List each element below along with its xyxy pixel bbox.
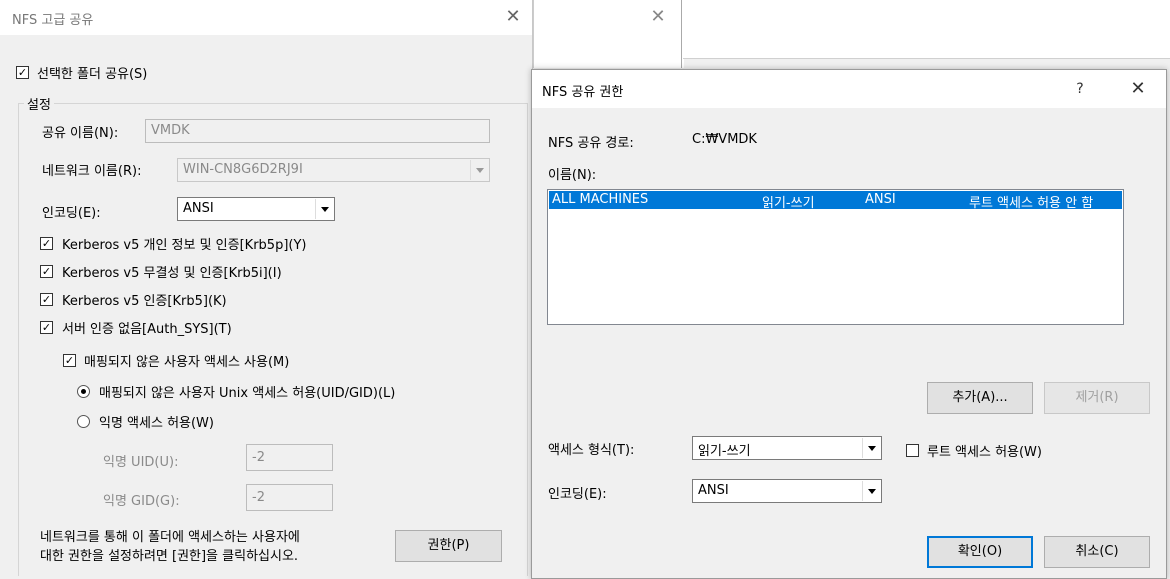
krb5-label: Kerberos v5 인증[Krb5](K)	[62, 294, 227, 309]
close-icon[interactable]: ✕	[643, 5, 673, 29]
footer-text-line-1: 네트워크를 통해 이 폴더에 액세스하는 사용자에	[40, 530, 300, 545]
anonymous-access-radio[interactable]	[77, 415, 90, 428]
unix-access-label: 매핑되지 않은 사용자 Unix 액세스 허용(UID/GID)(L)	[99, 386, 396, 401]
encoding-label: 인코딩(E):	[548, 487, 607, 502]
names-label: 이름(N):	[548, 168, 597, 183]
nfs-share-permissions-dialog: NFS 공유 권한 ? ✕ NFS 공유 경로: C:₩VMDK 이름(N): …	[531, 69, 1167, 579]
anonymous-gid-field[interactable]: -2	[246, 484, 333, 511]
share-path-label: NFS 공유 경로:	[548, 136, 634, 151]
unix-access-radio[interactable]	[77, 385, 90, 398]
share-name-field[interactable]: VMDK	[145, 119, 490, 143]
chevron-down-icon	[315, 199, 333, 219]
anonymous-uid-field[interactable]: -2	[246, 444, 333, 471]
root-access-checkbox[interactable]	[906, 444, 919, 457]
anonymous-gid-label: 익명 GID(G):	[103, 494, 180, 509]
row-access: 읽기-쓰기	[762, 196, 815, 211]
encoding-label: 인코딩(E):	[42, 206, 101, 221]
footer-text-line-2: 대한 권한을 설정하려면 [권한]을 클릭하십시오.	[40, 549, 299, 564]
chevron-down-icon	[862, 438, 880, 458]
unmapped-access-checkbox[interactable]: ✓	[63, 354, 76, 367]
encoding-select[interactable]: ANSI	[177, 197, 335, 221]
access-type-value: 읽기-쓰기	[698, 444, 751, 459]
nfs-advanced-sharing-dialog: NFS 고급 공유 ✕ ✓ 선택한 폴더 공유(S) 설정 공유 이름(N): …	[0, 0, 533, 577]
background-window-area	[683, 0, 1170, 59]
unmapped-access-label: 매핑되지 않은 사용자 액세스 사용(M)	[84, 355, 290, 370]
ok-button[interactable]: 확인(O)	[927, 536, 1033, 568]
title-bar: NFS 공유 권한 ? ✕	[532, 70, 1166, 108]
row-encoding: ANSI	[865, 192, 896, 207]
share-folder-checkbox[interactable]: ✓	[16, 66, 29, 79]
dialog-title: NFS 고급 공유	[12, 13, 94, 28]
add-button[interactable]: 추가(A)...	[927, 382, 1033, 414]
encoding-select[interactable]: ANSI	[692, 479, 882, 503]
krb5p-checkbox[interactable]: ✓	[40, 237, 53, 250]
share-folder-label: 선택한 폴더 공유(S)	[37, 67, 148, 82]
close-icon[interactable]: ✕	[1123, 77, 1153, 101]
krb5p-label: Kerberos v5 개인 정보 및 인증[Krb5p](Y)	[62, 238, 307, 253]
root-access-label: 루트 액세스 허용(W)	[927, 445, 1042, 460]
remove-button[interactable]: 제거(R)	[1044, 382, 1150, 414]
background-window-divider	[681, 0, 682, 68]
share-path-value: C:₩VMDK	[692, 132, 757, 147]
list-item[interactable]: ALL MACHINES 읽기-쓰기 ANSI 루트 액세스 허용 안 함	[549, 191, 1122, 211]
close-icon[interactable]: ✕	[498, 5, 528, 29]
title-bar: NFS 고급 공유 ✕	[0, 0, 532, 35]
permissions-list[interactable]: ALL MACHINES 읽기-쓰기 ANSI 루트 액세스 허용 안 함	[547, 189, 1124, 325]
row-root-access: 루트 액세스 허용 안 함	[969, 196, 1094, 211]
network-name-label: 네트워크 이름(R):	[42, 164, 142, 179]
help-icon[interactable]: ?	[1065, 77, 1095, 101]
network-name-value: WIN-CN8G6D2RJ9I	[183, 162, 303, 177]
encoding-value: ANSI	[698, 483, 729, 498]
auth-sys-label: 서버 인증 없음[Auth_SYS](T)	[62, 322, 232, 337]
auth-sys-checkbox[interactable]: ✓	[40, 321, 53, 334]
anonymous-access-label: 익명 액세스 허용(W)	[99, 416, 214, 431]
share-name-label: 공유 이름(N):	[42, 126, 119, 141]
dialog-title: NFS 공유 권한	[542, 85, 624, 100]
krb5i-label: Kerberos v5 무결성 및 인증[Krb5i](I)	[62, 266, 282, 281]
chevron-down-icon	[862, 481, 880, 501]
anonymous-uid-label: 익명 UID(U):	[103, 455, 179, 470]
permissions-button[interactable]: 권한(P)	[395, 530, 502, 562]
krb5-checkbox[interactable]: ✓	[40, 293, 53, 306]
cancel-button[interactable]: 취소(C)	[1044, 536, 1150, 568]
row-machine: ALL MACHINES	[552, 192, 649, 207]
settings-group-title: 설정	[24, 94, 54, 113]
access-type-select[interactable]: 읽기-쓰기	[692, 436, 882, 460]
chevron-down-icon	[470, 160, 488, 180]
krb5i-checkbox[interactable]: ✓	[40, 265, 53, 278]
access-type-label: 액세스 형식(T):	[548, 443, 635, 458]
encoding-value: ANSI	[183, 201, 214, 216]
network-name-select[interactable]: WIN-CN8G6D2RJ9I	[177, 158, 490, 182]
